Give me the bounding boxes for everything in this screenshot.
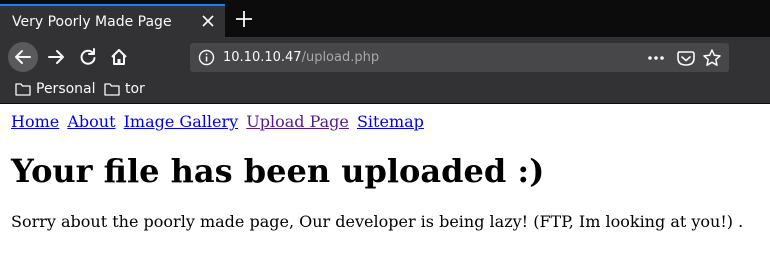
url-path: /upload.php	[301, 50, 380, 65]
reload-button[interactable]	[73, 42, 103, 72]
bookmarks-toolbar: Personal tor	[0, 77, 770, 104]
home-button[interactable]	[104, 42, 134, 72]
bookmark-folder-personal[interactable]: Personal	[15, 81, 96, 101]
nav-link-upload-page[interactable]: Upload Page	[246, 112, 349, 131]
site-info-icon[interactable]	[198, 49, 215, 66]
page-actions-menu-icon[interactable]	[648, 56, 664, 60]
nav-link-sitemap[interactable]: Sitemap	[357, 112, 424, 131]
tab-title: Very Poorly Made Page	[12, 14, 172, 30]
bookmark-star-icon[interactable]	[703, 49, 721, 66]
nav-link-image-gallery[interactable]: Image Gallery	[124, 112, 239, 131]
page-content: Home About Image Gallery Upload Page Sit…	[0, 104, 770, 269]
back-arrow-icon	[15, 50, 31, 64]
nav-link-home[interactable]: Home	[11, 112, 59, 131]
site-nav: Home About Image Gallery Upload Page Sit…	[11, 112, 427, 131]
bookmark-folder-tor[interactable]: tor	[104, 81, 145, 101]
home-icon	[111, 49, 127, 65]
active-tab[interactable]: Very Poorly Made Page	[0, 4, 225, 37]
folder-icon	[104, 83, 120, 96]
url-bar[interactable]: 10.10.10.47/upload.php	[190, 43, 729, 72]
bookmark-label: Personal	[36, 81, 96, 97]
close-tab-icon[interactable]	[197, 10, 219, 32]
nav-toolbar: 10.10.10.47/upload.php	[0, 37, 770, 77]
url-host: 10.10.10.47	[223, 50, 302, 65]
forward-arrow-icon	[48, 50, 64, 64]
forward-button[interactable]	[41, 42, 71, 72]
status-message: Sorry about the poorly made page, Our de…	[11, 212, 744, 231]
url-actions	[648, 49, 721, 66]
url-text[interactable]: 10.10.10.47/upload.php	[223, 50, 379, 65]
new-tab-icon[interactable]	[233, 8, 255, 30]
pocket-icon[interactable]	[677, 51, 695, 66]
page-heading: Your file has been uploaded :)	[11, 152, 545, 190]
nav-link-about[interactable]: About	[67, 112, 115, 131]
folder-icon	[15, 83, 31, 96]
bookmark-label: tor	[125, 81, 145, 97]
back-button[interactable]	[8, 42, 38, 72]
tab-strip: Very Poorly Made Page	[0, 0, 770, 37]
reload-icon	[80, 48, 96, 65]
